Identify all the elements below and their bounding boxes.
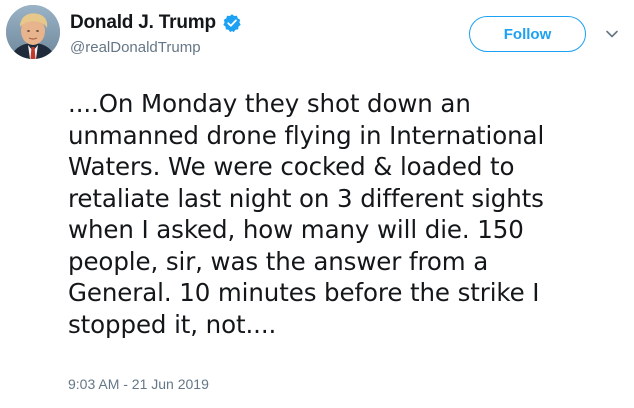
tweet-text-line: stopped it, not.... <box>68 309 277 339</box>
tweet-card: Donald J. Trump @realDonaldTrump Follow … <box>0 0 634 408</box>
author-handle[interactable]: @realDonaldTrump <box>70 39 201 56</box>
tweet-timestamp[interactable]: 9:03 AM - 21 Jun 2019 <box>68 376 209 392</box>
verified-badge-icon <box>222 13 242 33</box>
tweet-text-line: when I asked, how many will die. 150 <box>68 215 524 244</box>
tweet-text-line: ....On Monday they shot down an <box>68 89 471 118</box>
avatar[interactable] <box>6 5 60 59</box>
tweet-text-line: people, sir, was the answer from a <box>68 246 489 276</box>
author-name-row: Donald J. Trump <box>70 11 242 35</box>
tweet-text-line: retaliate last night on 3 different sigh… <box>68 183 544 213</box>
chevron-down-icon[interactable] <box>604 26 620 42</box>
follow-button[interactable]: Follow <box>469 16 586 52</box>
tweet-text: ....On Monday they shot down an unmanned… <box>68 88 628 340</box>
display-name[interactable]: Donald J. Trump <box>70 12 216 34</box>
tweet-text-line: Waters. We were cocked & loaded to <box>68 152 515 181</box>
tweet-text-line: General. 10 minutes before the strike I <box>68 278 540 307</box>
avatar-image <box>6 5 60 59</box>
tweet-text-line: unmanned drone flying in International <box>68 120 545 150</box>
